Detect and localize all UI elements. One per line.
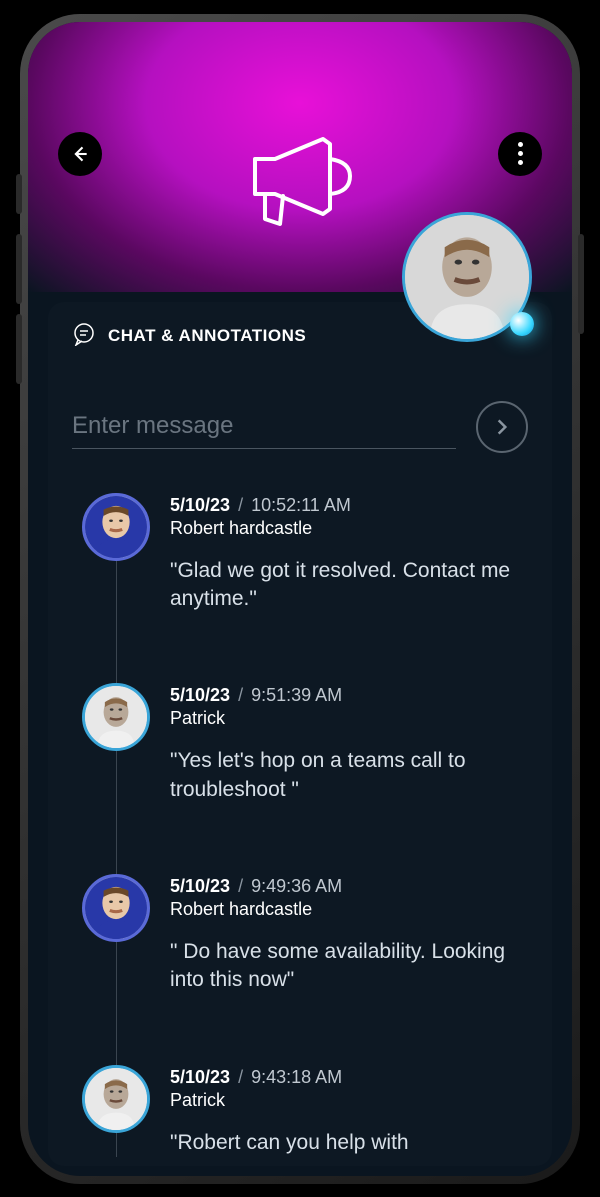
message-time: 9:43:18 AM	[251, 1067, 342, 1088]
chat-icon	[72, 322, 96, 351]
message-date: 5/10/23	[170, 685, 230, 706]
avatar-face-icon	[85, 877, 147, 939]
message-content: 5/10/23 / 9:51:39 AM Patrick "Yes let's …	[170, 683, 528, 804]
message-item: 5/10/23 / 9:43:18 AM Patrick "Robert can…	[82, 1065, 528, 1157]
message-date: 5/10/23	[170, 876, 230, 897]
more-button[interactable]	[498, 132, 542, 176]
dot-icon	[518, 151, 523, 156]
message-text: "Glad we got it resolved. Contact me any…	[170, 557, 528, 614]
separator: /	[238, 1067, 243, 1088]
message-meta: 5/10/23 / 9:51:39 AM	[170, 685, 528, 706]
separator: /	[238, 495, 243, 516]
message-item: 5/10/23 / 9:51:39 AM Patrick "Yes let's …	[82, 683, 528, 804]
avatar-face-icon	[85, 496, 147, 558]
message-avatar[interactable]	[82, 683, 150, 751]
message-avatar[interactable]	[82, 493, 150, 561]
side-button	[16, 174, 22, 214]
message-author: Robert hardcastle	[170, 518, 528, 539]
panel-title: CHAT & ANNOTATIONS	[108, 326, 306, 346]
message-time: 9:49:36 AM	[251, 876, 342, 897]
message-date: 5/10/23	[170, 495, 230, 516]
megaphone-icon	[235, 124, 365, 249]
message-content: 5/10/23 / 10:52:11 AM Robert hardcastle …	[170, 493, 528, 614]
separator: /	[238, 685, 243, 706]
status-indicator	[510, 312, 534, 336]
message-avatar[interactable]	[82, 1065, 150, 1133]
message-input[interactable]	[72, 404, 456, 449]
avatar-face-icon	[85, 686, 147, 748]
message-time: 9:51:39 AM	[251, 685, 342, 706]
message-meta: 5/10/23 / 9:43:18 AM	[170, 1067, 528, 1088]
message-author: Patrick	[170, 708, 528, 729]
message-avatar[interactable]	[82, 874, 150, 942]
avatar-face-icon	[85, 1068, 147, 1130]
message-date: 5/10/23	[170, 1067, 230, 1088]
message-meta: 5/10/23 / 10:52:11 AM	[170, 495, 528, 516]
back-button[interactable]	[58, 132, 102, 176]
message-text: "Robert can you help with	[170, 1129, 528, 1157]
message-item: 5/10/23 / 10:52:11 AM Robert hardcastle …	[82, 493, 528, 614]
side-button	[578, 234, 584, 334]
side-button	[16, 234, 22, 304]
message-author: Robert hardcastle	[170, 899, 528, 920]
message-author: Patrick	[170, 1090, 528, 1111]
message-text: " Do have some availability. Looking int…	[170, 938, 528, 995]
dot-icon	[518, 142, 523, 147]
message-meta: 5/10/23 / 9:49:36 AM	[170, 876, 528, 897]
screen: CHAT & ANNOTATIONS	[28, 22, 572, 1176]
phone-frame: CHAT & ANNOTATIONS	[20, 14, 580, 1184]
message-timeline: 5/10/23 / 10:52:11 AM Robert hardcastle …	[72, 493, 528, 1157]
side-button	[16, 314, 22, 384]
input-row	[72, 401, 528, 453]
message-content: 5/10/23 / 9:49:36 AM Robert hardcastle "…	[170, 874, 528, 995]
message-time: 10:52:11 AM	[251, 495, 351, 516]
send-button[interactable]	[476, 401, 528, 453]
separator: /	[238, 876, 243, 897]
chevron-right-icon	[492, 417, 512, 437]
arrow-left-icon	[70, 144, 90, 164]
message-item: 5/10/23 / 9:49:36 AM Robert hardcastle "…	[82, 874, 528, 995]
message-text: "Yes let's hop on a teams call to troubl…	[170, 747, 528, 804]
message-content: 5/10/23 / 9:43:18 AM Patrick "Robert can…	[170, 1065, 528, 1157]
chat-panel: CHAT & ANNOTATIONS	[48, 302, 552, 1166]
dot-icon	[518, 160, 523, 165]
